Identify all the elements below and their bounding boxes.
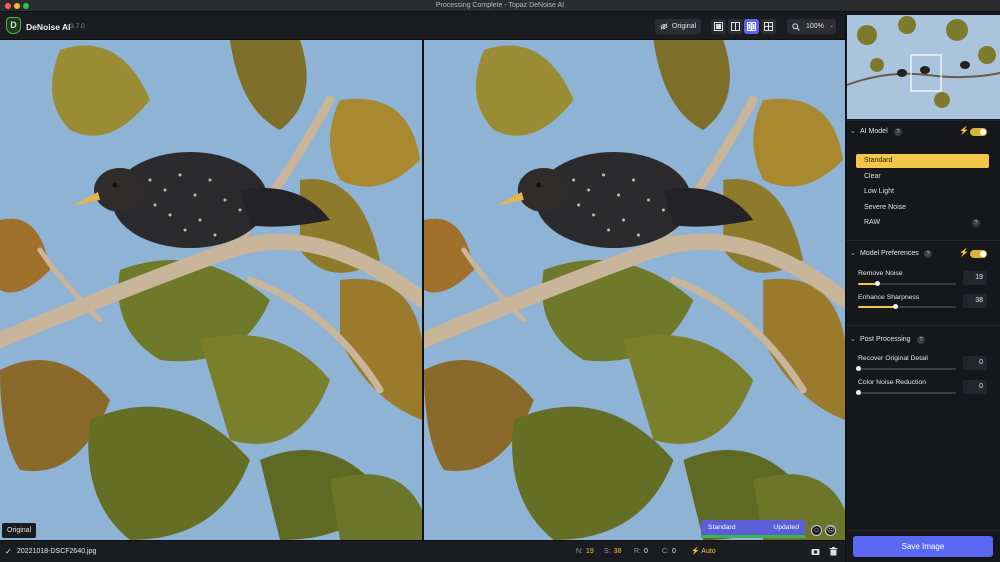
- auto-button[interactable]: ⚡ Auto: [691, 547, 716, 555]
- model-option-raw[interactable]: RAW: [856, 216, 989, 230]
- side-by-side-view-button[interactable]: [744, 19, 759, 34]
- recover-stat: R: 0: [634, 548, 648, 555]
- lightning-icon: ⚡: [691, 548, 700, 555]
- remove-noise-value[interactable]: 19: [963, 271, 987, 285]
- ai-model-auto-toggle[interactable]: [970, 128, 987, 136]
- status-bar: ✓ 20221018-DSCF2640.jpg N: 19 S: 38 R: 0 C:…: [0, 540, 845, 562]
- single-view-button[interactable]: [711, 19, 726, 34]
- post-processing-section-header[interactable]: ⌄ Post Processing ?: [845, 334, 1000, 348]
- settings-panel: [845, 12, 1000, 562]
- enhance-sharpness-value[interactable]: 38: [963, 294, 987, 308]
- show-original-button[interactable]: Original: [655, 19, 701, 34]
- slider-handle[interactable]: [856, 366, 861, 371]
- processed-status: Updated: [773, 524, 799, 531]
- app-logo-icon: D: [6, 17, 21, 34]
- starling-photo-processed: [424, 40, 845, 540]
- recover-original-detail-slider[interactable]: [856, 366, 956, 371]
- camera-icon[interactable]: [811, 547, 820, 556]
- zoom-select[interactable]: 100% ⌄: [787, 19, 836, 34]
- help-icon[interactable]: ?: [917, 336, 925, 344]
- lightning-icon: ⚡: [959, 248, 969, 257]
- app-version: v3.7.0: [67, 23, 85, 30]
- color-noise-reduction-slider[interactable]: [856, 390, 956, 395]
- slider-fill: [858, 306, 896, 308]
- remove-noise-slider[interactable]: [858, 281, 956, 286]
- chevron-down-icon: ⌄: [850, 336, 856, 343]
- remove-noise-label: Remove Noise: [858, 270, 903, 277]
- processed-model-name: Standard: [708, 524, 736, 531]
- model-preferences-section-header[interactable]: ⌄ Model Preferences ? ⚡: [845, 248, 1000, 262]
- top-toolbar: D DeNoise AI v3.7.0 Original 100% ⌄: [0, 12, 845, 40]
- slider-fill: [858, 283, 877, 285]
- neutral-face-icon[interactable]: ☹: [825, 525, 836, 536]
- app-name: DeNoise AI: [26, 22, 71, 32]
- quad-view-button[interactable]: [761, 19, 776, 34]
- help-icon[interactable]: ?: [894, 128, 902, 136]
- processed-image-preview[interactable]: [424, 40, 845, 540]
- quad-view-icon: [764, 22, 773, 31]
- model-option-severe-noise[interactable]: Severe Noise: [856, 201, 989, 215]
- split-view-button[interactable]: [728, 19, 743, 34]
- help-icon[interactable]: ?: [924, 250, 932, 258]
- processed-model-chip: Standard Updated: [701, 520, 805, 538]
- slider-handle[interactable]: [874, 281, 880, 286]
- side-by-side-view-icon: [747, 22, 756, 31]
- navigator-thumbnail[interactable]: [847, 15, 1000, 119]
- single-view-icon: [714, 22, 723, 31]
- eye-slash-icon: [660, 23, 668, 30]
- smile-face-icon[interactable]: ☺: [811, 525, 822, 536]
- model-option-standard[interactable]: Standard: [856, 154, 989, 168]
- trash-icon[interactable]: [829, 547, 838, 556]
- original-pane-label: Original: [2, 523, 37, 538]
- divider: [846, 240, 1000, 241]
- recover-original-detail-label: Recover Original Detail: [858, 355, 928, 362]
- save-image-button[interactable]: Save Image: [853, 536, 993, 557]
- divider: [846, 530, 1000, 531]
- file-name[interactable]: 20221018-DSCF2640.jpg: [17, 548, 96, 555]
- chevron-down-icon: ⌄: [850, 250, 856, 257]
- noise-stat: N: 19: [576, 548, 594, 555]
- divider: [846, 325, 1000, 326]
- zoom-value: 100%: [806, 23, 824, 30]
- raw-help-icon[interactable]: ?: [972, 219, 980, 227]
- chevron-down-icon: ⌄: [850, 128, 856, 135]
- enhance-sharpness-slider[interactable]: [858, 304, 956, 309]
- recover-original-detail-value[interactable]: 0: [963, 356, 987, 370]
- color-stat: C: 0: [662, 548, 676, 555]
- lightning-icon: ⚡: [959, 126, 969, 135]
- divider: [846, 120, 1000, 121]
- original-image-preview[interactable]: [0, 40, 422, 540]
- model-preferences-auto-toggle[interactable]: [970, 250, 987, 258]
- enhance-sharpness-label: Enhance Sharpness: [858, 294, 920, 301]
- chevron-down-icon: ⌄: [829, 23, 835, 29]
- color-noise-reduction-value[interactable]: 0: [963, 380, 987, 394]
- ai-model-section-header[interactable]: ⌄ AI Model ? ⚡: [845, 126, 1000, 140]
- slider-handle[interactable]: [856, 390, 861, 395]
- model-option-clear[interactable]: Clear: [856, 170, 989, 184]
- starling-photo-original: [0, 40, 422, 540]
- split-view-icon: [731, 22, 740, 31]
- navigator-image: [847, 15, 1000, 119]
- sharpness-stat: S: 38: [604, 548, 622, 555]
- checkmark-icon: ✓: [5, 547, 12, 556]
- show-original-label: Original: [672, 23, 697, 30]
- zoom-magnifier-icon: [792, 23, 800, 31]
- window-title: Processing Complete - Topaz DeNoise AI: [435, 2, 565, 9]
- color-noise-reduction-label: Color Noise Reduction: [858, 379, 927, 386]
- window-title-bar: Processing Complete - Topaz DeNoise AI: [0, 0, 1000, 12]
- model-option-low-light[interactable]: Low Light: [856, 185, 989, 199]
